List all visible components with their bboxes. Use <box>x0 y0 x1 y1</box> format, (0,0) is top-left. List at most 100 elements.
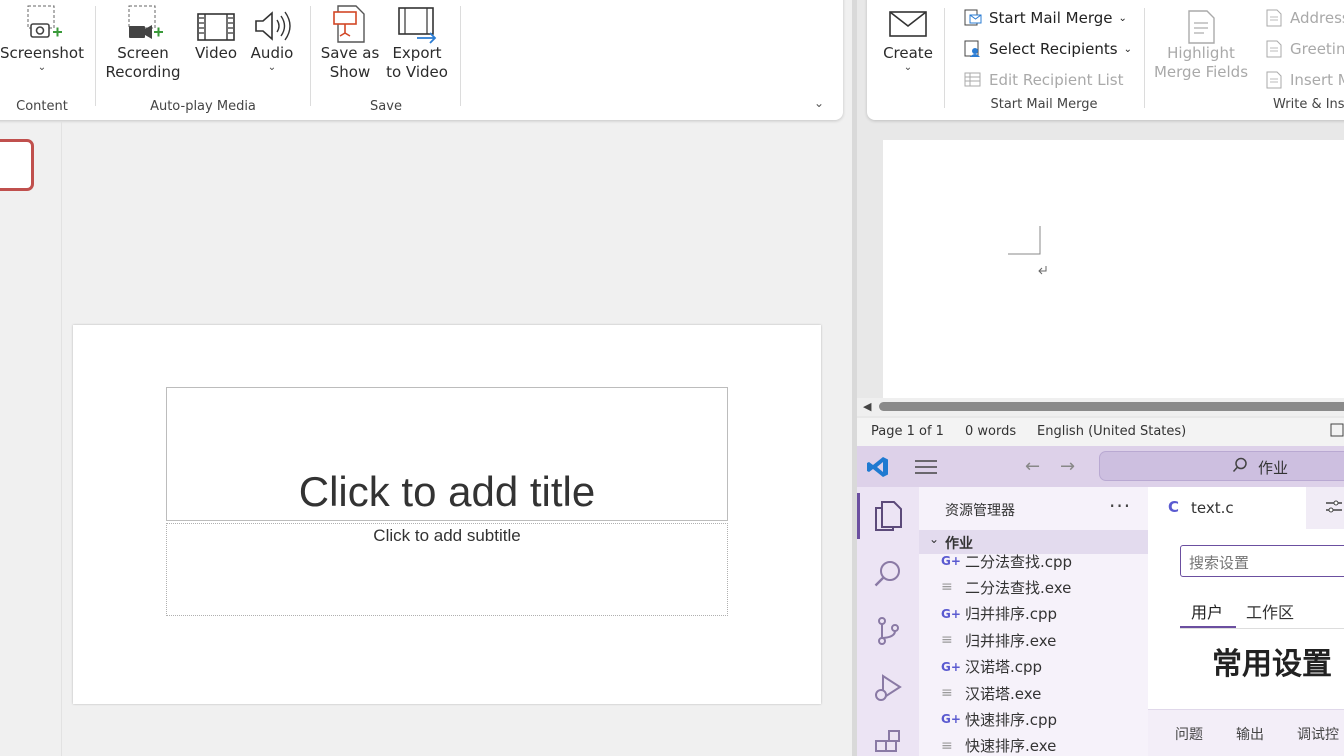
screenshot-label: Screenshot <box>0 44 84 62</box>
more-actions-icon[interactable]: ··· <box>1109 494 1131 518</box>
screen-recording-icon <box>128 5 163 39</box>
vscode-logo-icon <box>867 457 888 477</box>
start-mail-merge-button[interactable]: Start Mail Merge ⌄ <box>963 9 1127 27</box>
video-icon <box>197 13 235 41</box>
file-item[interactable]: ≡ 汉诺塔.exe <box>941 681 1041 705</box>
file-item[interactable]: ≡ 二分法查找.exe <box>941 575 1071 599</box>
back-arrow-icon[interactable]: ← <box>1025 456 1040 477</box>
slide-thumbnail-selected[interactable] <box>0 139 34 191</box>
edit-recipient-list-button[interactable]: Edit Recipient List <box>963 71 1124 89</box>
address-block-button[interactable]: Address <box>1264 9 1344 27</box>
document-page[interactable] <box>883 140 1344 400</box>
select-recipients-label: Select Recipients <box>989 40 1118 58</box>
scroll-left-icon[interactable]: ◀ <box>863 400 871 413</box>
file-item[interactable]: G+ 二分法查找.cpp <box>941 549 1072 573</box>
cpp-file-icon: G+ <box>941 659 961 674</box>
highlight-merge-fields-button[interactable]: Highlight Merge Fields <box>1149 10 1253 82</box>
collapse-ribbon-icon[interactable]: ⌄ <box>814 96 824 110</box>
tab-output[interactable]: 输出 <box>1236 724 1264 744</box>
explorer-header: 资源管理器 <box>945 503 1015 519</box>
chevron-down-icon: ⌄ <box>1123 43 1132 55</box>
page-count[interactable]: Page 1 of 1 <box>871 424 944 439</box>
settings-search-input[interactable] <box>1180 545 1344 577</box>
explorer-sidebar: 资源管理器 ··· ⌄ 作业 G+ 二分法查找.cpp ≡ 二分法查找.exe G+ 归并… <box>919 487 1148 756</box>
tab-text-c[interactable]: C text.c <box>1148 487 1306 529</box>
group-label-start-mail-merge: Start Mail Merge <box>990 97 1098 112</box>
export-to-video-button[interactable]: Export to Video <box>382 0 452 82</box>
group-label-autoplay-media: Auto-play Media <box>150 99 256 114</box>
screen-recording-button[interactable]: Screen Recording <box>98 0 188 82</box>
tab-user-settings[interactable]: 用户 <box>1191 599 1223 623</box>
tab-workspace-settings[interactable]: 工作区 <box>1246 599 1294 623</box>
create-label: Create <box>883 44 933 62</box>
file-item[interactable]: ≡ 快速排序.exe <box>941 734 1056 756</box>
language-indicator[interactable]: English (United States) <box>1037 424 1186 439</box>
save-as-show-label: Save as Show <box>320 44 380 81</box>
tab-label: text.c <box>1191 499 1234 517</box>
tab-problems[interactable]: 问题 <box>1175 724 1203 744</box>
insert-merge-field-button[interactable]: Insert M <box>1264 71 1344 89</box>
horizontal-scrollbar[interactable]: ◀ <box>857 398 1344 416</box>
menu-icon[interactable] <box>915 459 937 475</box>
command-center-text: 作业 <box>1258 459 1289 477</box>
text-file-icon: ≡ <box>941 632 953 649</box>
run-debug-icon[interactable] <box>871 671 905 705</box>
word-count[interactable]: 0 words <box>965 424 1016 439</box>
text-file-icon: ≡ <box>941 579 953 596</box>
forward-arrow-icon[interactable]: → <box>1060 456 1075 477</box>
group-separator <box>460 6 461 106</box>
greeting-line-button[interactable]: Greeting <box>1264 40 1344 58</box>
chevron-down-icon: ⌄ <box>929 532 940 546</box>
word-window: Create ⌄ Start Mail Merge ⌄ Select Recip… <box>857 0 1344 446</box>
focus-mode-icon[interactable] <box>1329 422 1344 442</box>
file-item[interactable]: ≡ 归并排序.exe <box>941 628 1056 652</box>
source-control-icon[interactable] <box>871 614 905 648</box>
vscode-window: ← → 作业 资源管理器 ··· ⌄ 作业 G+ 二分法查找.cpp ≡ 二分法… <box>857 446 1344 756</box>
audio-button[interactable]: Audio ⌄ <box>244 0 300 73</box>
edit-recipient-list-label: Edit Recipient List <box>989 71 1124 89</box>
group-label-content: Content <box>16 99 68 114</box>
vscode-title-bar: ← → 作业 <box>857 446 1344 487</box>
screenshot-button[interactable]: Screenshot ⌄ <box>0 0 90 73</box>
tab-bar: C text.c <box>1148 487 1344 529</box>
extensions-icon[interactable] <box>871 727 905 756</box>
group-separator <box>310 6 311 106</box>
margin-corner-marker <box>1008 226 1047 275</box>
file-item[interactable]: G+ 归并排序.cpp <box>941 602 1057 626</box>
address-block-label: Address <box>1290 9 1344 27</box>
tab-debug-console[interactable]: 调试控 <box>1297 724 1339 744</box>
audio-icon <box>255 11 291 41</box>
group-separator <box>944 8 945 108</box>
file-name: 归并排序.exe <box>965 631 1057 650</box>
panel-tab-bar: 问题 输出 调试控 <box>1148 709 1344 756</box>
explorer-icon[interactable] <box>857 493 905 539</box>
mail-merge-icon <box>963 9 983 27</box>
text-file-icon: ≡ <box>941 737 953 754</box>
group-separator <box>95 6 96 106</box>
chevron-down-icon: ⌄ <box>903 62 913 73</box>
command-center-search[interactable]: 作业 <box>1099 451 1344 481</box>
title-placeholder[interactable]: Click to add title <box>166 387 728 521</box>
video-button[interactable]: Video <box>188 0 244 63</box>
greeting-line-icon <box>1264 40 1284 58</box>
address-block-icon <box>1264 9 1284 27</box>
chevron-down-icon: ⌄ <box>267 62 277 73</box>
subtitle-placeholder[interactable]: Click to add subtitle <box>166 523 728 616</box>
select-recipients-button[interactable]: Select Recipients ⌄ <box>963 40 1132 58</box>
screenshot-icon <box>27 5 62 38</box>
create-button[interactable]: Create ⌄ <box>871 8 945 73</box>
screen-recording-label: Screen Recording <box>105 44 181 81</box>
scrollbar-thumb[interactable] <box>879 402 1344 411</box>
file-item[interactable]: G+ 快速排序.cpp <box>941 707 1057 731</box>
edit-list-icon <box>963 71 983 89</box>
save-as-show-button[interactable]: Save as Show <box>320 0 380 82</box>
highlight-merge-fields-label: Highlight Merge Fields <box>1153 44 1249 81</box>
thumbnail-pane-divider <box>61 122 62 756</box>
search-icon[interactable] <box>871 557 905 591</box>
powerpoint-window: Screenshot ⌄ Screen Recording Video Audi… <box>0 0 855 756</box>
group-label-write-insert: Write & Ins <box>1273 97 1344 112</box>
settings-sliders-icon[interactable] <box>1326 499 1342 519</box>
file-item[interactable]: G+ 汉诺塔.cpp <box>941 655 1042 679</box>
highlight-fields-icon <box>1188 10 1215 44</box>
ppt-ribbon: Screenshot ⌄ Screen Recording Video Audi… <box>0 0 843 120</box>
